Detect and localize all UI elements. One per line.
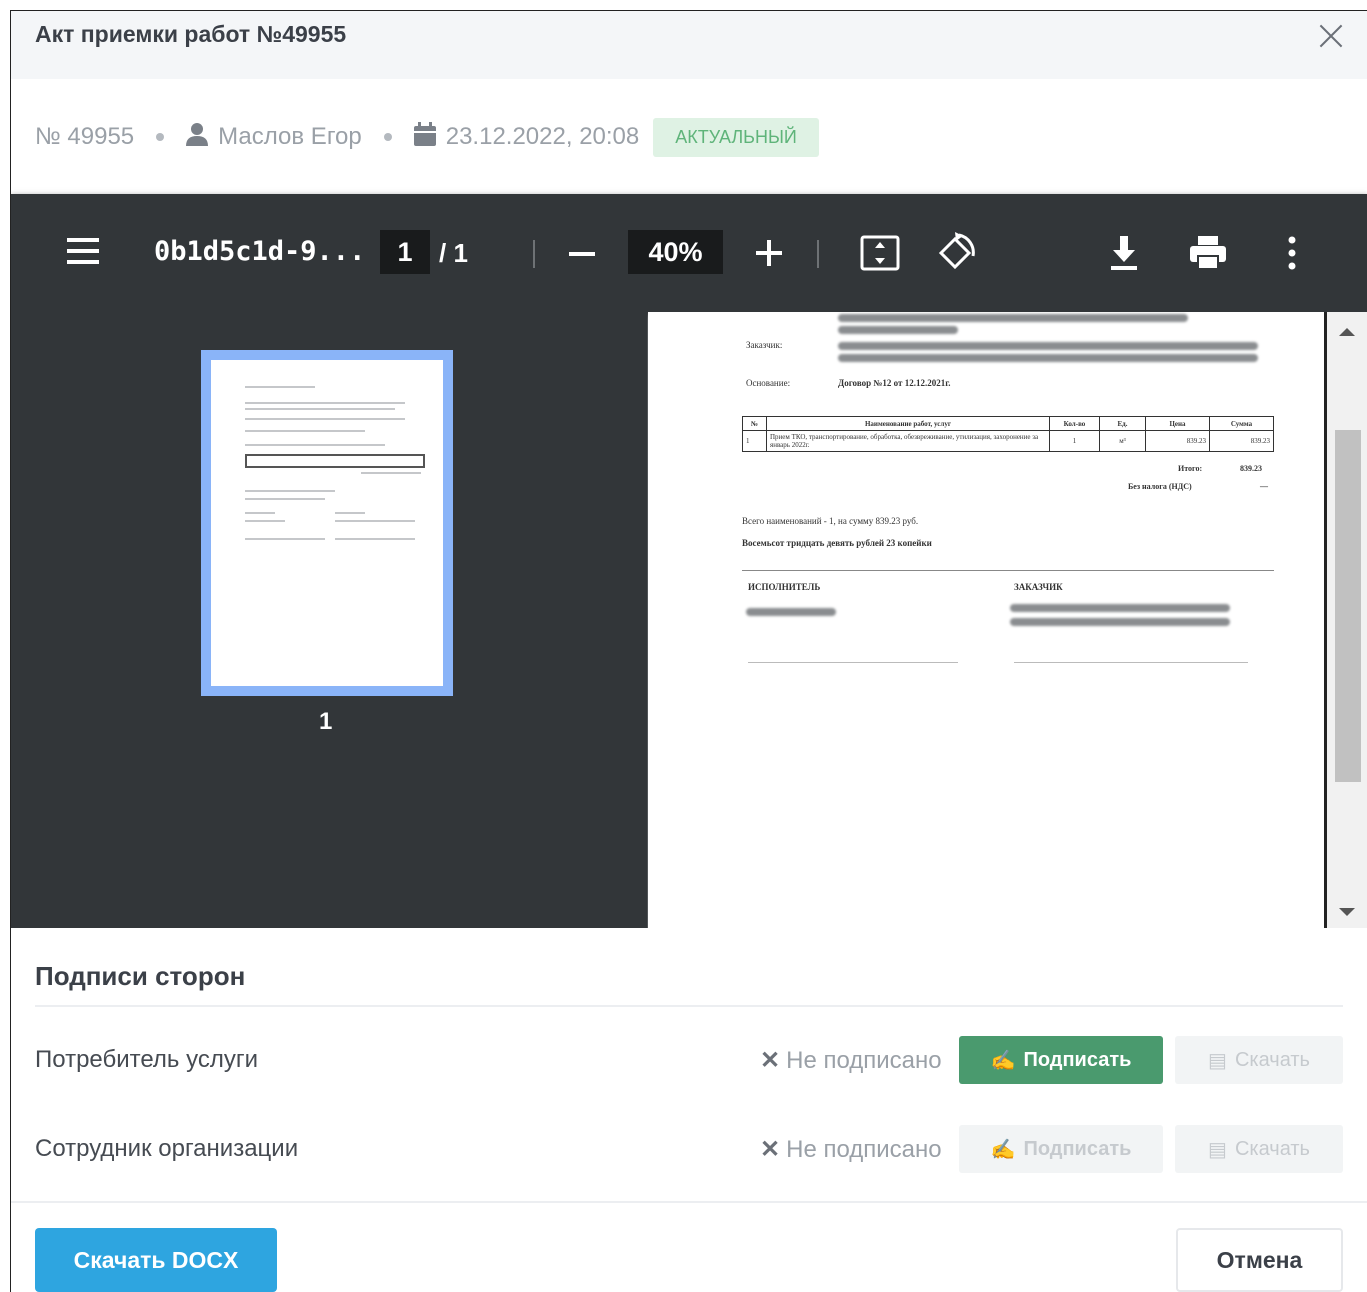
fit-page-icon[interactable] bbox=[857, 230, 903, 276]
amount-words: Восемьсот тридцать девять рублей 23 копе… bbox=[742, 538, 932, 548]
table-header-cell: Наименование работ, услуг bbox=[766, 416, 1050, 431]
basis-value: Договор №12 от 12.12.2021г. bbox=[838, 378, 951, 388]
table-header-cell: Сумма bbox=[1209, 416, 1274, 431]
rotate-icon[interactable] bbox=[933, 230, 979, 276]
vat-value: — bbox=[1260, 482, 1268, 491]
sign-icon: ✍ bbox=[990, 1049, 1016, 1072]
table-row: 1 Прием ТКО, транспортирование, обработк… bbox=[742, 430, 1274, 452]
thumbnail-page-number: 1 bbox=[319, 708, 333, 735]
menu-icon[interactable] bbox=[67, 238, 99, 264]
table-cell: 1 bbox=[1049, 430, 1100, 452]
zoom-out-icon[interactable] bbox=[569, 252, 595, 256]
signature-row: Потребитель услуги ✕ Не подписано ✍ Подпис… bbox=[35, 1036, 1343, 1084]
pdf-scrollbar[interactable] bbox=[1324, 312, 1367, 928]
more-icon[interactable] bbox=[1269, 230, 1315, 276]
page-thumbnail[interactable] bbox=[201, 350, 453, 696]
calendar-icon bbox=[413, 121, 436, 153]
total-value: 839.23 bbox=[1240, 464, 1262, 473]
thumbnail-preview bbox=[211, 360, 443, 686]
document-author: Маслов Егор bbox=[218, 123, 362, 150]
file-icon: ▤ bbox=[1208, 1049, 1227, 1072]
executor-label: ИСПОЛНИТЕЛЬ bbox=[748, 582, 821, 592]
cancel-button[interactable]: Отмена bbox=[1176, 1228, 1343, 1292]
customer-label: Заказчик: bbox=[746, 340, 783, 350]
download-icon[interactable] bbox=[1101, 230, 1147, 276]
signature-status: ✕ Не подписано bbox=[760, 1136, 942, 1163]
table-cell: м³ bbox=[1099, 430, 1146, 452]
customer-sign-label: ЗАКАЗЧИК bbox=[1014, 582, 1063, 592]
document-meta: № 49955 Маслов Егор 23.12.2022, 20:08 АК… bbox=[35, 117, 819, 157]
zoom-in-icon[interactable] bbox=[756, 240, 782, 266]
total-label: Итого: bbox=[1178, 464, 1203, 473]
scroll-up-icon[interactable] bbox=[1339, 328, 1355, 336]
sign-button[interactable]: ✍ Подписать bbox=[959, 1125, 1163, 1173]
document-datetime: 23.12.2022, 20:08 bbox=[445, 123, 640, 150]
toolbar-divider bbox=[533, 240, 535, 268]
party-label: Потребитель услуги bbox=[35, 1046, 258, 1073]
works-table: № Наименование работ, услуг Кол-во Ед. Ц… bbox=[742, 416, 1274, 452]
document-number: № 49955 bbox=[35, 123, 135, 150]
page-number-input[interactable]: 1 bbox=[380, 230, 430, 274]
scroll-down-icon[interactable] bbox=[1339, 908, 1355, 916]
pdf-viewer: 0b1d5c1d-9... 1 / 1 40% 1 Заказчик: Осно… bbox=[11, 194, 1367, 928]
download-button[interactable]: ▤ Скачать bbox=[1175, 1125, 1343, 1173]
table-header-cell: № bbox=[742, 416, 767, 431]
page-count: / 1 bbox=[439, 238, 468, 268]
pdf-file-name: 0b1d5c1d-9... bbox=[154, 236, 366, 267]
table-header-cell: Цена bbox=[1145, 416, 1210, 431]
modal-header: Акт приемки работ №49955 bbox=[11, 11, 1367, 79]
table-cell: 1 bbox=[742, 430, 767, 452]
sign-icon: ✍ bbox=[990, 1138, 1016, 1161]
table-header-cell: Ед. bbox=[1099, 416, 1146, 431]
signature-row: Сотрудник организации ✕ Не подписано ✍ Под… bbox=[35, 1125, 1343, 1173]
table-cell: 839.23 bbox=[1209, 430, 1274, 452]
print-icon[interactable] bbox=[1185, 230, 1231, 276]
zoom-level-input[interactable]: 40% bbox=[628, 230, 723, 274]
summary-line: Всего наименований - 1, на сумму 839.23 … bbox=[742, 516, 919, 526]
sign-button[interactable]: ✍ Подписать bbox=[959, 1036, 1163, 1084]
footer-divider bbox=[11, 1201, 1367, 1203]
party-label: Сотрудник организации bbox=[35, 1135, 299, 1162]
signature-status: ✕ Не подписано bbox=[760, 1047, 942, 1074]
cross-icon: ✕ bbox=[760, 1136, 781, 1163]
close-icon[interactable] bbox=[1316, 21, 1346, 51]
status-badge: АКТУАЛЬНЫЙ bbox=[653, 117, 819, 157]
act-modal: Акт приемки работ №49955 № 49955 Маслов … bbox=[10, 10, 1367, 1292]
separator-dot bbox=[156, 133, 165, 141]
divider bbox=[35, 1005, 1343, 1007]
pdf-page: Заказчик: Основание: Договор №12 от 12.1… bbox=[648, 312, 1324, 928]
signatures-title: Подписи сторон bbox=[35, 961, 246, 991]
separator-dot bbox=[383, 133, 392, 141]
table-header-cell: Кол-во bbox=[1049, 416, 1100, 431]
pdf-toolbar: 0b1d5c1d-9... 1 / 1 40% bbox=[11, 194, 1367, 312]
user-icon bbox=[186, 122, 209, 153]
scrollbar-thumb[interactable] bbox=[1335, 430, 1361, 782]
thumbnail-sidebar: 1 bbox=[11, 312, 647, 928]
toolbar-divider bbox=[817, 240, 819, 268]
vat-label: Без налога (НДС) bbox=[1128, 482, 1192, 491]
file-icon: ▤ bbox=[1208, 1138, 1227, 1161]
basis-label: Основание: bbox=[746, 378, 791, 388]
table-cell: Прием ТКО, транспортирование, обработка,… bbox=[766, 430, 1050, 452]
modal-title: Акт приемки работ №49955 bbox=[35, 21, 347, 47]
cross-icon: ✕ bbox=[760, 1047, 781, 1074]
download-docx-button[interactable]: Скачать DOCX bbox=[35, 1228, 277, 1292]
download-button[interactable]: ▤ Скачать bbox=[1175, 1036, 1343, 1084]
table-cell: 839.23 bbox=[1145, 430, 1210, 452]
